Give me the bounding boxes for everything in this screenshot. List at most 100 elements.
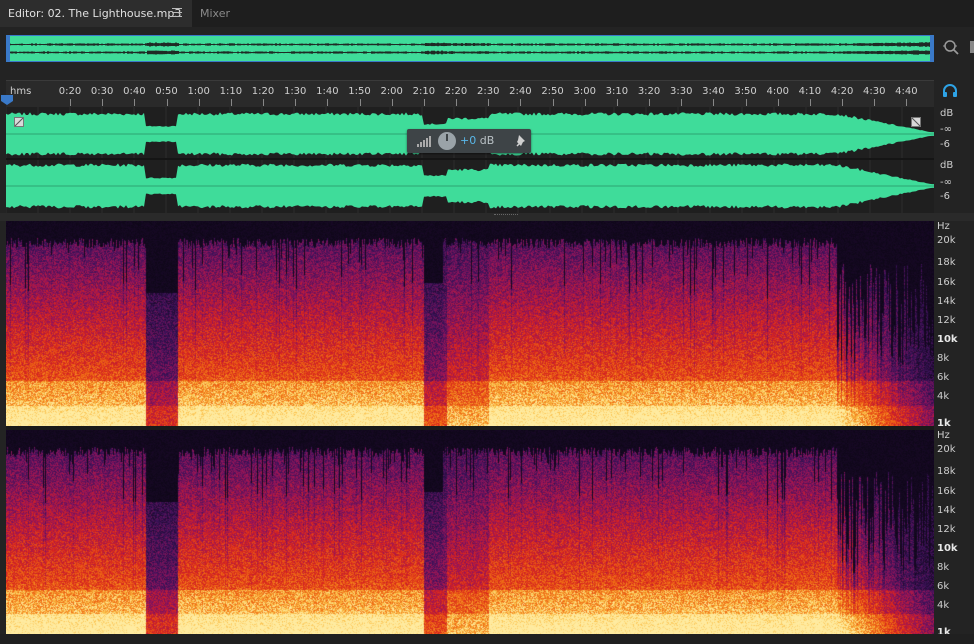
- ruler-tick-label: 3:30: [669, 86, 693, 97]
- ruler-tick-mark: [488, 99, 490, 106]
- fade-out-handle-icon[interactable]: [911, 117, 921, 127]
- heads-up-display[interactable]: +0 dB: [407, 129, 531, 153]
- waveform-display[interactable]: [6, 107, 934, 213]
- hz-tick-label: 8k: [937, 353, 950, 364]
- ruler-tick-label: 2:20: [444, 86, 468, 97]
- tab-editor[interactable]: Editor: 02. The Lighthouse.mp3: [0, 0, 192, 27]
- ruler-tick-label: 0:40: [123, 86, 146, 97]
- hz-tick-label: 16k: [937, 486, 956, 497]
- ruler-tick-mark: [616, 99, 618, 106]
- ruler-tick-label: 1:00: [187, 86, 210, 97]
- gain-value-unit: dB: [479, 134, 495, 147]
- ruler-tick-mark: [552, 99, 554, 106]
- hz-tick-label: 18k: [937, 466, 956, 477]
- db-neg-inf-bottom: -∞: [940, 177, 952, 188]
- hz-tick-label: 4k: [937, 600, 950, 611]
- ruler-tick-label: 1:30: [283, 86, 307, 97]
- ruler-tick-label: 2:10: [412, 86, 436, 97]
- hz-tick-label: 20k: [937, 444, 956, 455]
- hz-tick-label: 10k: [937, 334, 958, 345]
- ruler-tick-mark: [681, 99, 683, 106]
- stereo-waveform-graphic: [6, 107, 934, 213]
- time-ruler[interactable]: hms 0:20 0:30 0:40 0:50 1:00 1:10 1:20 1:30 1:40…: [1, 80, 934, 107]
- hz-tick-label: 12k: [937, 524, 956, 535]
- hz-tick-label: 20k: [937, 235, 956, 246]
- ruler-tick-mark: [906, 99, 908, 106]
- ruler-tick-mark: [842, 99, 844, 106]
- ruler-tick-mark: [359, 99, 361, 106]
- tab-editor-label: Editor: 02. The Lighthouse.mp3: [8, 7, 182, 20]
- ruler-tick-mark: [874, 99, 876, 106]
- hz-scale-right: Hz 20k 18k 16k 14k 12k 10k 8k 6k 4k 1k: [934, 430, 974, 638]
- ruler-tick-mark: [745, 99, 747, 106]
- ruler-tick-label: 0:30: [90, 86, 114, 97]
- ruler-tick-mark: [809, 99, 811, 106]
- ruler-tick-label: 1:20: [251, 86, 275, 97]
- hz-tick-label: 4k: [937, 391, 950, 402]
- gain-value-number: +0: [460, 134, 477, 147]
- ruler-tick-label: 3:00: [573, 86, 596, 97]
- ruler-tick-mark: [777, 99, 779, 106]
- pin-icon[interactable]: [515, 134, 527, 148]
- spectral-display-right[interactable]: [6, 430, 934, 634]
- spectral-display-left[interactable]: [6, 221, 934, 426]
- ruler-tick-label: 3:20: [637, 86, 661, 97]
- ruler-tick-label: 4:20: [830, 86, 854, 97]
- ruler-tick-mark: [584, 99, 586, 106]
- ruler-tick-label: 4:40: [895, 86, 918, 97]
- hz-tick-label: 10k: [937, 543, 958, 554]
- hz-tick-label: 18k: [937, 257, 956, 268]
- hz-tick-label: 14k: [937, 505, 956, 516]
- tab-mixer[interactable]: Mixer: [192, 0, 238, 27]
- ruler-tick-mark: [263, 99, 265, 106]
- ruler-tick-mark: [166, 99, 168, 106]
- db-neg-inf-top: -∞: [940, 124, 952, 135]
- level-meter-icon: [417, 136, 431, 147]
- ruler-tick-label: 0:20: [58, 86, 82, 97]
- ruler-tick-mark: [520, 99, 522, 106]
- ruler-tick-label: 3:50: [734, 86, 757, 97]
- hz-tick-label: 8k: [937, 562, 950, 573]
- hz-unit-label: Hz: [937, 221, 950, 232]
- fade-in-handle-icon[interactable]: [14, 117, 24, 127]
- ruler-tick-mark: [713, 99, 715, 106]
- ruler-tick-label: 4:30: [863, 86, 886, 97]
- ruler-tick-mark: [423, 99, 425, 106]
- ruler-tick-mark: [327, 99, 329, 106]
- zoom-magnifier-icon[interactable]: [941, 37, 961, 59]
- ruler-tick-label: 2:40: [509, 86, 532, 97]
- ruler-tick-mark: [102, 99, 104, 106]
- ruler-tick-label: 3:10: [605, 86, 629, 97]
- ruler-tick-label: 0:50: [155, 86, 178, 97]
- hamburger-icon[interactable]: [172, 8, 182, 18]
- ruler-tick-mark: [456, 99, 458, 106]
- db-minus6-bottom: -6: [940, 191, 950, 202]
- playhead-marker-icon[interactable]: [0, 94, 14, 106]
- ruler-tick-mark: [649, 99, 651, 106]
- ruler-tick-mark: [70, 99, 71, 106]
- hz-tick-label: 16k: [937, 277, 956, 288]
- ruler-tick-label: 4:10: [798, 86, 822, 97]
- tab-mixer-label: Mixer: [200, 7, 231, 20]
- ruler-tick-mark: [295, 99, 297, 106]
- db-unit-top: dB: [940, 108, 954, 119]
- headphones-icon[interactable]: [942, 84, 958, 98]
- db-minus6-top: -6: [940, 139, 950, 150]
- db-unit-bottom: dB: [940, 160, 954, 171]
- panel-splitter[interactable]: [0, 213, 974, 221]
- hz-scale-left: Hz 20k 18k 16k 14k 12k 10k 8k 6k 4k 1k: [934, 221, 974, 429]
- ruler-tick-label: 1:40: [316, 86, 339, 97]
- spectrogram-right-graphic: [6, 430, 934, 634]
- tab-bar: Editor: 02. The Lighthouse.mp3 Mixer: [0, 0, 974, 27]
- gain-knob-icon[interactable]: [438, 132, 456, 150]
- ruler-tick-label: 2:30: [476, 86, 500, 97]
- hz-tick-label: 1k: [937, 418, 951, 429]
- spectrogram-left-graphic: [6, 221, 934, 426]
- ruler-tick-label: 3:40: [702, 86, 725, 97]
- ruler-tick-label: 1:10: [219, 86, 243, 97]
- overview-waveform[interactable]: [6, 35, 934, 62]
- hz-tick-label: 6k: [937, 372, 950, 383]
- overview-waveform-graphic: [7, 36, 933, 61]
- gain-value[interactable]: +0 dB: [460, 134, 494, 147]
- ruler-tick-mark: [134, 99, 136, 106]
